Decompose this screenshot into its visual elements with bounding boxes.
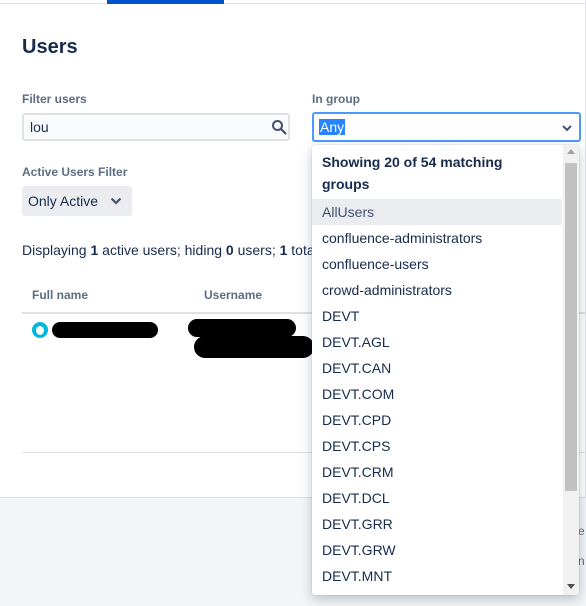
group-option[interactable]: DEVT	[312, 303, 562, 329]
group-option[interactable]: DEVT.CPD	[312, 407, 562, 433]
active-tab-indicator	[107, 0, 224, 4]
scroll-down-arrow-icon[interactable]	[567, 584, 575, 589]
in-group-label: In group	[312, 92, 360, 106]
group-option[interactable]: DEVT.GRW	[312, 537, 562, 563]
in-group-select[interactable]: Any	[312, 112, 581, 142]
search-icon[interactable]	[271, 119, 287, 135]
group-option[interactable]: DEVT.COM	[312, 381, 562, 407]
avatar	[32, 322, 48, 338]
filter-users-input[interactable]: lou	[22, 113, 290, 141]
filter-users-label: Filter users	[22, 92, 87, 106]
column-header-full-name[interactable]: Full name	[32, 288, 88, 302]
in-group-selected-value: Any	[319, 119, 346, 135]
group-option[interactable]: DEVT.CAN	[312, 355, 562, 381]
group-options-list: AllUsers confluence-administrators conflue…	[312, 199, 579, 589]
edge-text-fragment: e	[578, 524, 585, 538]
chevron-down-icon	[562, 125, 572, 132]
dropdown-scrollbar[interactable]	[563, 145, 579, 595]
active-users-filter-dropdown[interactable]: Only Active	[22, 186, 132, 216]
group-option[interactable]: DEVT.CRM	[312, 459, 562, 485]
column-header-username[interactable]: Username	[204, 288, 262, 302]
active-users-filter-value: Only Active	[28, 193, 99, 209]
redacted-full-name[interactable]	[52, 322, 158, 338]
scroll-up-arrow-icon[interactable]	[567, 149, 575, 154]
group-option[interactable]: DEVT.MNT	[312, 563, 562, 589]
active-users-filter-label: Active Users Filter	[22, 165, 128, 179]
group-option[interactable]: DEVT.CPS	[312, 433, 562, 459]
group-option[interactable]: DEVT.GRR	[312, 511, 562, 537]
group-option[interactable]: confluence-administrators	[312, 225, 562, 251]
chevron-down-icon	[110, 197, 122, 205]
group-option[interactable]: AllUsers	[312, 199, 562, 225]
redacted-username[interactable]	[188, 319, 296, 337]
group-option[interactable]: DEVT.DCL	[312, 485, 562, 511]
group-option[interactable]: DEVT.AGL	[312, 329, 562, 355]
group-option[interactable]: confluence-users	[312, 251, 562, 277]
display-status: Displaying 1 active users; hiding 0 user…	[22, 242, 312, 258]
page-title: Users	[22, 36, 78, 58]
redacted-username-extra	[194, 336, 314, 358]
dropdown-match-count: Showing 20 of 54 matching groups	[322, 154, 503, 192]
group-option[interactable]: crowd-administrators	[312, 277, 562, 303]
group-dropdown-menu: Showing 20 of 54 matching groups AllUser…	[312, 145, 579, 595]
edge-text-fragment: n	[578, 554, 585, 568]
tab-bar	[0, 0, 586, 4]
scroll-thumb[interactable]	[565, 163, 577, 491]
